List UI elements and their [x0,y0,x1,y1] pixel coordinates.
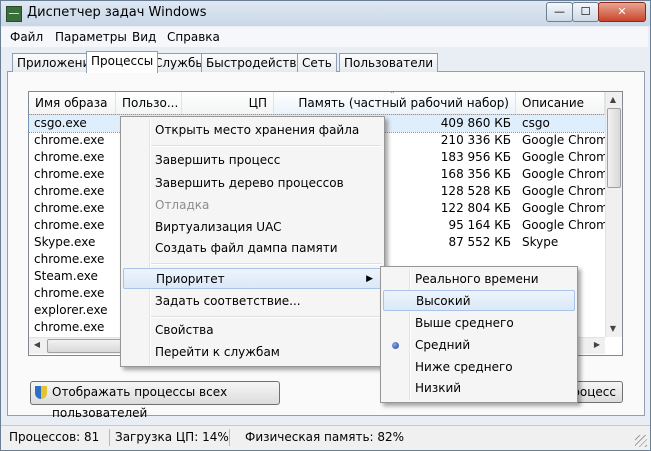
process-image-name: explorer.exe [34,303,108,317]
window-title: Диспетчер задач Windows [27,5,207,20]
priority-above-normal[interactable]: Выше среднего [383,313,575,334]
submenu-arrow-icon: ▶ [366,274,373,284]
scroll-up-arrow-icon[interactable]: ▲ [605,92,621,108]
process-image-name: chrome.exe [34,133,105,147]
process-image-name: chrome.exe [34,201,105,215]
minimize-button[interactable]: — [546,2,573,22]
process-image-name: chrome.exe [34,286,105,300]
process-memory: 95 164 КБ [448,218,511,232]
menu-view[interactable]: Вид [132,30,156,44]
menu-uac-virtualization[interactable]: Виртуализация UAC [123,217,382,238]
menu-file[interactable]: Файл [10,30,43,44]
scroll-left-arrow-icon[interactable]: ◀ [29,337,45,353]
show-all-users-button[interactable]: Отображать процессы всех пользователей [30,381,280,420]
column-description[interactable]: Описание [516,92,605,114]
process-memory: 210 336 КБ [440,133,511,147]
menu-create-dump[interactable]: Создать файл дампа памяти [123,238,382,259]
process-image-name: chrome.exe [34,320,105,334]
status-cpu-usage: Загрузка ЦП: 14% [111,429,230,446]
process-memory: 168 356 КБ [440,167,511,181]
process-description: Google Chrome [522,133,616,147]
process-image-name: csgo.exe [34,116,87,130]
scroll-down-arrow-icon[interactable]: ▼ [605,321,621,337]
tab-processes[interactable]: Процессы [86,51,159,73]
process-description: Google Chrome [522,184,616,198]
menu-bar: Файл Параметры Вид Справка [1,27,648,47]
process-memory: 409 860 КБ [440,116,511,130]
priority-submenu: Реального времени Высокий Выше среднего … [380,266,578,403]
process-image-name: chrome.exe [34,167,105,181]
process-image-name: chrome.exe [34,218,105,232]
status-bar: Процессов: 81 Загрузка ЦП: 14% Физическа… [1,425,650,450]
column-image-name[interactable]: Имя образа [29,92,116,114]
process-description: Google Chrome [522,150,616,164]
close-button[interactable]: ✕ [598,2,646,22]
process-description: Google Chrome [522,218,616,232]
process-image-name: chrome.exe [34,184,105,198]
process-description: Google Chrome [522,201,616,215]
process-memory: 128 528 КБ [440,184,511,198]
priority-realtime[interactable]: Реального времени [383,269,575,290]
process-description: Google Chrome [522,167,616,181]
menu-debug: Отладка [155,198,210,212]
sort-arrow-icon: ⌃ [389,90,396,99]
menu-options[interactable]: Параметры [55,30,127,44]
tab-network[interactable]: Сеть [297,53,337,72]
process-memory: 183 956 КБ [440,150,511,164]
status-process-count: Процессов: 81 [5,429,110,446]
priority-normal[interactable]: Средний [383,335,575,356]
process-image-name: Skype.exe [34,235,96,249]
radio-selected-icon [392,342,399,349]
process-description: csgo [522,116,550,130]
task-manager-icon [6,6,22,22]
priority-below-normal[interactable]: Ниже среднего [383,357,575,378]
priority-high[interactable]: Высокий [383,290,575,311]
uac-shield-icon [35,386,47,399]
process-image-name: chrome.exe [34,150,105,164]
process-image-name: Steam.exe [34,269,98,283]
resize-grip-icon[interactable] [635,435,647,447]
column-user[interactable]: Пользо... [116,92,182,114]
priority-low[interactable]: Низкий [383,378,575,399]
tab-users[interactable]: Пользователи [339,53,439,72]
menu-priority[interactable]: Приоритет ▶ [123,268,382,289]
menu-end-process[interactable]: Завершить процесс [123,150,382,171]
process-context-menu: Открыть место хранения файла Завершить п… [120,116,385,367]
menu-end-process-tree[interactable]: Завершить дерево процессов [123,173,382,194]
menu-go-to-services[interactable]: Перейти к службам [123,342,382,363]
column-cpu[interactable]: ЦП [182,92,274,114]
vertical-scroll-thumb[interactable] [607,108,621,188]
menu-set-affinity[interactable]: Задать соответствие... [123,291,382,312]
process-image-name: chrome.exe [34,252,105,266]
menu-help[interactable]: Справка [167,30,220,44]
list-header: Имя образа Пользо... ЦП Память (частный … [29,90,605,115]
process-memory: 122 804 КБ [440,201,511,215]
status-physical-memory: Физическая память: 82% [245,430,405,444]
menu-open-file-location[interactable]: Открыть место хранения файла [123,120,382,141]
title-bar[interactable]: Диспетчер задач Windows — ☐ ✕ [1,1,650,26]
scroll-right-arrow-icon[interactable]: ▶ [589,337,605,353]
process-memory: 87 552 КБ [448,235,511,249]
show-all-users-label: Отображать процессы всех пользователей [52,385,228,420]
menu-properties[interactable]: Свойства [123,320,382,341]
process-description: Skype [522,235,559,249]
maximize-button[interactable]: ☐ [572,2,599,22]
